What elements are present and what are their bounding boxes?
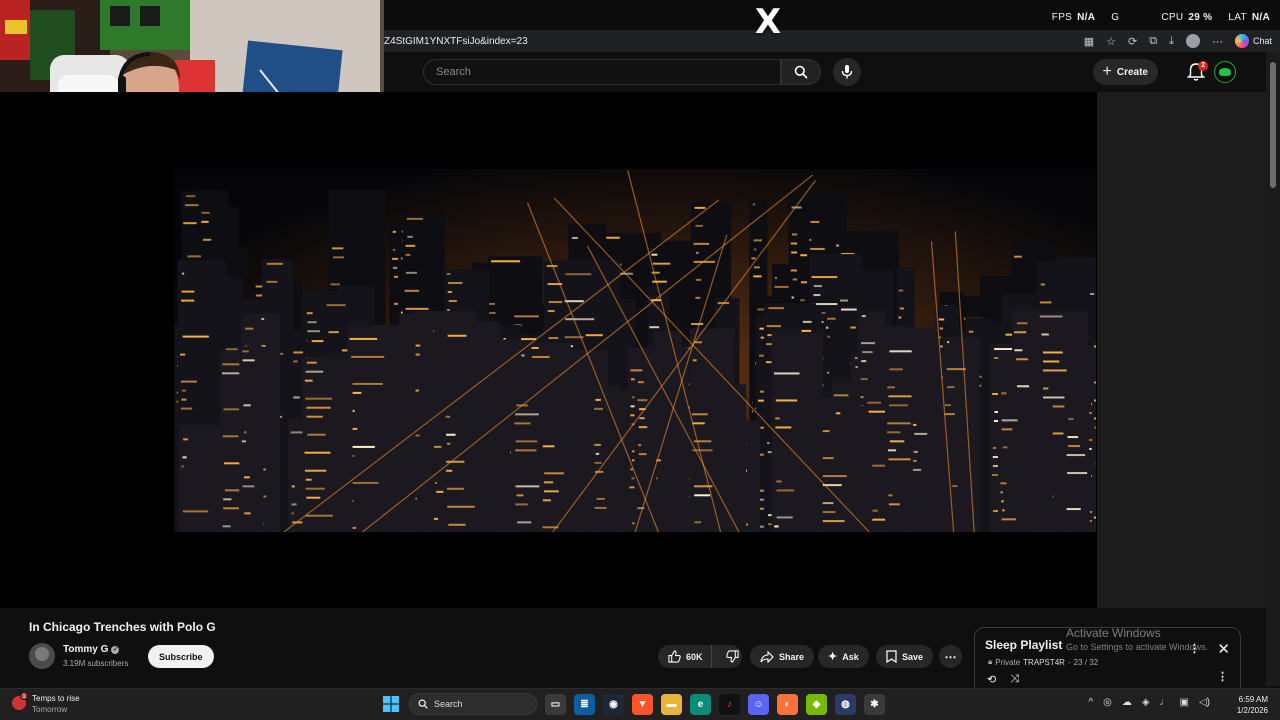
save-button[interactable]: Save bbox=[876, 645, 934, 668]
like-dislike-group: 60K bbox=[658, 645, 742, 668]
microphone-tray-icon[interactable]: ♩ bbox=[1160, 697, 1170, 708]
channel-name[interactable]: Tommy G ✓ bbox=[63, 644, 120, 655]
steam-tray-icon[interactable]: ◎ bbox=[1103, 697, 1112, 708]
like-count: 60K bbox=[686, 651, 703, 662]
dislike-button[interactable] bbox=[717, 645, 748, 668]
app-icon[interactable]: ✱ bbox=[864, 693, 885, 715]
tab-icon[interactable]: ▦ bbox=[1084, 35, 1094, 48]
more-actions-button[interactable]: ⋯ bbox=[939, 645, 962, 668]
notepad-icon[interactable]: ≣ bbox=[574, 693, 595, 715]
subscriber-count: 3.19M subscribers bbox=[63, 659, 129, 668]
bookmark-icon bbox=[886, 650, 897, 663]
windows-start-icon[interactable] bbox=[380, 694, 401, 715]
discord-icon[interactable]: ☺ bbox=[748, 693, 769, 715]
brave-browser-icon[interactable]: ▼ bbox=[632, 693, 653, 715]
plus-icon: + bbox=[1102, 63, 1112, 80]
copilot-chat-button[interactable]: Chat bbox=[1234, 34, 1272, 48]
search-input[interactable]: Search bbox=[423, 59, 781, 85]
file-explorer-icon[interactable]: ▬ bbox=[661, 693, 682, 715]
tiktok-icon[interactable]: ♪ bbox=[719, 693, 740, 715]
more-horizontal-icon: ⋯ bbox=[944, 649, 957, 664]
volume-icon[interactable]: ◁) bbox=[1199, 697, 1210, 708]
network-icon[interactable]: ▣ bbox=[1180, 697, 1189, 708]
video-frame[interactable] bbox=[174, 169, 1096, 532]
playlist-title[interactable]: Sleep Playlist bbox=[985, 638, 1062, 652]
playlist-meta: 🔒︎ Private TRAPST4R - 23 / 32 bbox=[988, 657, 1099, 667]
refresh-icon[interactable]: ⟳ bbox=[1128, 35, 1137, 48]
extensions-icon[interactable]: ⧉ bbox=[1149, 35, 1157, 48]
right-sidebar-panel bbox=[1097, 92, 1266, 608]
playlist-more-icon[interactable]: ⋮ bbox=[1217, 672, 1228, 683]
thumbs-down-icon bbox=[725, 650, 739, 663]
create-button[interactable]: + Create bbox=[1092, 59, 1158, 85]
weather-alert-icon: 1 bbox=[12, 692, 28, 710]
star-icon[interactable]: ☆ bbox=[1106, 35, 1116, 48]
obs-icon[interactable]: ◍ bbox=[835, 693, 856, 715]
windows-taskbar: 1 Temps to rise Tomorrow Search ▭ ≣ ◉ ▼ … bbox=[0, 688, 1280, 720]
url-field[interactable]: Z4StGIM1YNXTFsiJo&index=23 bbox=[384, 36, 1084, 47]
playlist-panel: Sleep Playlist 🔒︎ Private TRAPST4R - 23 … bbox=[974, 627, 1241, 689]
notification-count-badge: 2 bbox=[1198, 61, 1208, 71]
sparkle-icon: ✦ bbox=[828, 651, 838, 663]
lat-stat: LAT N/A bbox=[1228, 11, 1270, 23]
performance-overlay: FPS N/A G CPU 29 % LAT N/A bbox=[384, 0, 1280, 34]
account-avatar[interactable] bbox=[1214, 61, 1236, 83]
taskbar-search-box[interactable]: Search bbox=[409, 693, 537, 715]
taskbar-apps: Search ▭ ≣ ◉ ▼ ▬ e ♪ ☺ ◐ ◆ ◍ ✱ bbox=[380, 693, 885, 715]
loop-icon[interactable]: ⟲ bbox=[987, 673, 996, 686]
profile-icon[interactable] bbox=[1185, 34, 1200, 48]
verified-icon: ✓ bbox=[111, 645, 120, 654]
voice-search-button[interactable] bbox=[833, 58, 861, 86]
tray-app-icon[interactable]: ◈ bbox=[1142, 697, 1150, 708]
share-button[interactable]: Share bbox=[750, 645, 815, 668]
like-button[interactable]: 60K bbox=[658, 645, 712, 668]
nvidia-icon[interactable]: ◆ bbox=[806, 693, 827, 715]
share-arrow-icon bbox=[760, 650, 774, 663]
playlist-controls: ⟲ ⤨ bbox=[987, 673, 1019, 686]
channel-avatar[interactable] bbox=[29, 643, 55, 669]
thumbs-up-icon bbox=[668, 650, 681, 663]
cloud-icon[interactable]: ☁ bbox=[1122, 697, 1132, 708]
avatar-logo-icon bbox=[1219, 68, 1231, 76]
browser-address-bar: Z4StGIM1YNXTFsiJo&index=23 ▦ ☆ ⟳ ⧉ ⤓ ⋯ C… bbox=[384, 30, 1280, 52]
browser-toolbar-icons: ▦ ☆ ⟳ ⧉ ⤓ ⋯ Chat bbox=[1084, 34, 1280, 48]
system-tray: ^ ◎ ☁ ◈ ♩ ▣ ◁) bbox=[1088, 697, 1210, 708]
taskbar-search-icon bbox=[418, 699, 428, 709]
youtube-masthead: Search + Create 2 bbox=[384, 52, 1266, 92]
edge-browser-icon[interactable]: e bbox=[690, 693, 711, 715]
microphone-icon bbox=[841, 65, 853, 79]
city-skyline-image bbox=[174, 169, 1096, 532]
gpu-stat: G bbox=[1111, 11, 1120, 23]
copilot-icon bbox=[1234, 34, 1249, 48]
lock-icon: 🔒︎ bbox=[988, 657, 993, 666]
fps-stat: FPS N/A bbox=[1051, 11, 1096, 23]
ask-button[interactable]: ✦ Ask bbox=[818, 645, 869, 668]
taskbar-clock[interactable]: 6:59 AM 1/2/2026 bbox=[1237, 694, 1268, 716]
steam-icon[interactable]: ◉ bbox=[603, 693, 624, 715]
shuffle-icon[interactable]: ⤨ bbox=[1010, 673, 1019, 686]
x-logo-icon: X bbox=[754, 2, 782, 42]
cpu-stat: CPU 29 % bbox=[1161, 11, 1213, 23]
search-button[interactable] bbox=[781, 59, 821, 85]
firefox-icon[interactable]: ◐ bbox=[777, 693, 798, 715]
close-playlist-icon[interactable]: ✕ bbox=[1217, 642, 1230, 657]
subscribe-button[interactable]: Subscribe bbox=[148, 645, 214, 668]
weather-widget[interactable]: 1 Temps to rise Tomorrow bbox=[12, 692, 80, 714]
download-icon[interactable]: ⤓ bbox=[1169, 35, 1174, 48]
more-icon[interactable]: ⋯ bbox=[1212, 35, 1223, 48]
tray-expand-icon[interactable]: ^ bbox=[1088, 697, 1093, 708]
video-title: In Chicago Trenches with Polo G bbox=[29, 620, 216, 634]
playlist-options-icon[interactable]: ⋮ bbox=[1189, 644, 1200, 655]
search-icon bbox=[794, 65, 808, 79]
task-view-icon[interactable]: ▭ bbox=[545, 693, 566, 715]
scrollbar-thumb[interactable] bbox=[1270, 62, 1276, 188]
